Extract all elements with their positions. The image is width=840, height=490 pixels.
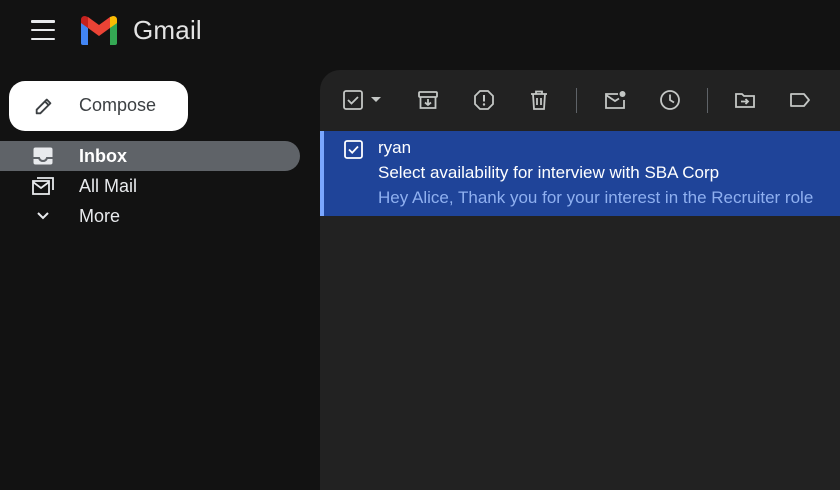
toolbar-divider — [707, 88, 708, 113]
main-menu-icon[interactable] — [31, 20, 57, 40]
select-dropdown-icon[interactable] — [369, 89, 383, 111]
email-sender: ryan — [378, 138, 412, 157]
sidebar-item-more[interactable]: More — [0, 201, 300, 231]
delete-icon[interactable] — [528, 89, 550, 111]
sidebar-item-all-mail[interactable]: All Mail — [0, 171, 300, 201]
toolbar-divider — [576, 88, 577, 113]
chevron-down-icon — [37, 212, 49, 220]
sidebar-nav: Inbox All Mail More — [0, 141, 300, 231]
all-mail-icon — [32, 177, 54, 195]
compose-label: Compose — [79, 95, 157, 115]
gmail-logo-icon — [81, 16, 117, 45]
email-row-selected[interactable]: ryan Select availability for interview w… — [320, 131, 840, 216]
checkbox-checked-icon[interactable] — [344, 140, 363, 159]
toolbar — [320, 70, 840, 130]
select-all-checkbox-icon[interactable] — [342, 89, 364, 111]
message-list-panel: ryan Select availability for interview w… — [320, 70, 840, 490]
report-spam-icon[interactable] — [473, 89, 495, 111]
archive-icon[interactable] — [417, 89, 439, 111]
email-subject: Select availability for interview with S… — [378, 163, 720, 182]
label-icon[interactable] — [789, 89, 811, 111]
inbox-icon — [33, 147, 53, 165]
compose-button[interactable]: Compose — [9, 81, 188, 131]
sidebar-item-label: More — [79, 206, 121, 226]
sidebar-item-label: Inbox — [79, 146, 127, 166]
move-to-icon[interactable] — [734, 89, 756, 111]
sidebar-item-inbox[interactable]: Inbox — [0, 141, 300, 171]
mark-unread-icon[interactable] — [604, 89, 626, 111]
email-snippet: Hey Alice, Thank you for your interest i… — [378, 188, 814, 207]
sidebar-item-label: All Mail — [79, 176, 138, 196]
app-brand: Gmail — [133, 15, 202, 45]
pencil-icon — [35, 98, 52, 115]
snooze-icon[interactable] — [659, 89, 681, 111]
